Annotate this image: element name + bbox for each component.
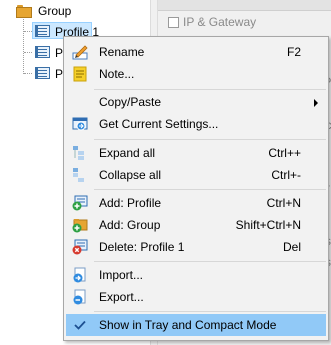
menu-item-shortcut: Ctrl+- bbox=[271, 168, 301, 182]
menu-item-label: Delete: Profile 1 bbox=[99, 240, 185, 254]
menu-separator bbox=[94, 189, 326, 190]
menu-item-label: Copy/Paste bbox=[99, 95, 162, 109]
delete-profile-icon bbox=[72, 239, 88, 255]
checkmark-icon bbox=[74, 320, 86, 330]
menu-item-label: Show in Tray and Compact Mode bbox=[99, 318, 277, 332]
menu-item-delete-profile[interactable]: Delete: Profile 1 Del bbox=[66, 236, 326, 258]
menu-separator bbox=[94, 311, 326, 312]
menu-item-shortcut: Del bbox=[282, 240, 301, 254]
menu-separator bbox=[94, 89, 326, 90]
menu-item-label: Note... bbox=[99, 67, 135, 81]
menu-separator bbox=[94, 261, 326, 262]
tree-item-profile-3[interactable]: Pr bbox=[0, 64, 67, 82]
tree-item-profile-2[interactable]: Pr bbox=[0, 43, 67, 61]
menu-item-shortcut: Ctrl+N bbox=[266, 196, 301, 210]
menu-item-show-in-tray[interactable]: Show in Tray and Compact Mode bbox=[66, 314, 326, 336]
menu-item-add-profile[interactable]: Add: Profile Ctrl+N bbox=[66, 192, 326, 214]
add-group-icon bbox=[72, 219, 88, 233]
expand-all-icon bbox=[73, 146, 84, 160]
ip-gateway-label: IP & Gateway bbox=[183, 15, 257, 29]
rename-icon bbox=[72, 45, 88, 60]
menu-item-label: Expand all bbox=[99, 146, 156, 160]
menu-item-add-group[interactable]: Add: Group Shift+Ctrl+N bbox=[66, 214, 326, 236]
context-menu: Rename F2 Note... Copy/Paste Get Current… bbox=[63, 36, 329, 341]
profile-icon bbox=[35, 25, 50, 37]
menu-item-label: Add: Profile bbox=[99, 196, 162, 210]
menu-item-shortcut: Ctrl++ bbox=[268, 146, 301, 160]
tree-item-group[interactable]: Group bbox=[0, 0, 120, 20]
menu-item-get-current-settings[interactable]: Get Current Settings... bbox=[66, 113, 326, 135]
menu-separator bbox=[94, 139, 326, 140]
get-settings-icon bbox=[72, 117, 88, 131]
menu-item-expand-all[interactable]: Expand all Ctrl++ bbox=[66, 142, 326, 164]
menu-item-label: Get Current Settings... bbox=[99, 117, 219, 131]
menu-item-export[interactable]: Export... bbox=[66, 286, 326, 308]
panel-header bbox=[158, 0, 331, 11]
menu-item-label: Add: Group bbox=[99, 218, 161, 232]
menu-item-label: Collapse all bbox=[99, 168, 162, 182]
add-profile-icon bbox=[72, 195, 88, 211]
menu-item-label: Rename bbox=[99, 45, 145, 59]
menu-item-label: Export... bbox=[99, 290, 144, 304]
menu-item-copy-paste[interactable]: Copy/Paste bbox=[66, 91, 326, 113]
export-icon bbox=[73, 289, 86, 305]
menu-item-rename[interactable]: Rename F2 bbox=[66, 41, 326, 63]
import-icon bbox=[73, 267, 86, 283]
menu-item-shortcut: Shift+Ctrl+N bbox=[235, 218, 301, 232]
submenu-arrow-icon bbox=[314, 99, 318, 107]
menu-item-note[interactable]: Note... bbox=[66, 63, 326, 85]
menu-item-label: Import... bbox=[99, 268, 144, 282]
menu-item-import[interactable]: Import... bbox=[66, 264, 326, 286]
profile-icon bbox=[35, 46, 50, 58]
folder-icon bbox=[16, 5, 32, 18]
ip-gateway-checkbox[interactable] bbox=[168, 17, 179, 28]
note-icon bbox=[73, 66, 87, 82]
tree-item-label: Group bbox=[38, 4, 72, 18]
menu-item-collapse-all[interactable]: Collapse all Ctrl+- bbox=[66, 164, 326, 186]
menu-item-shortcut: F2 bbox=[286, 45, 301, 59]
collapse-all-icon bbox=[73, 168, 84, 182]
profile-icon bbox=[35, 67, 50, 79]
